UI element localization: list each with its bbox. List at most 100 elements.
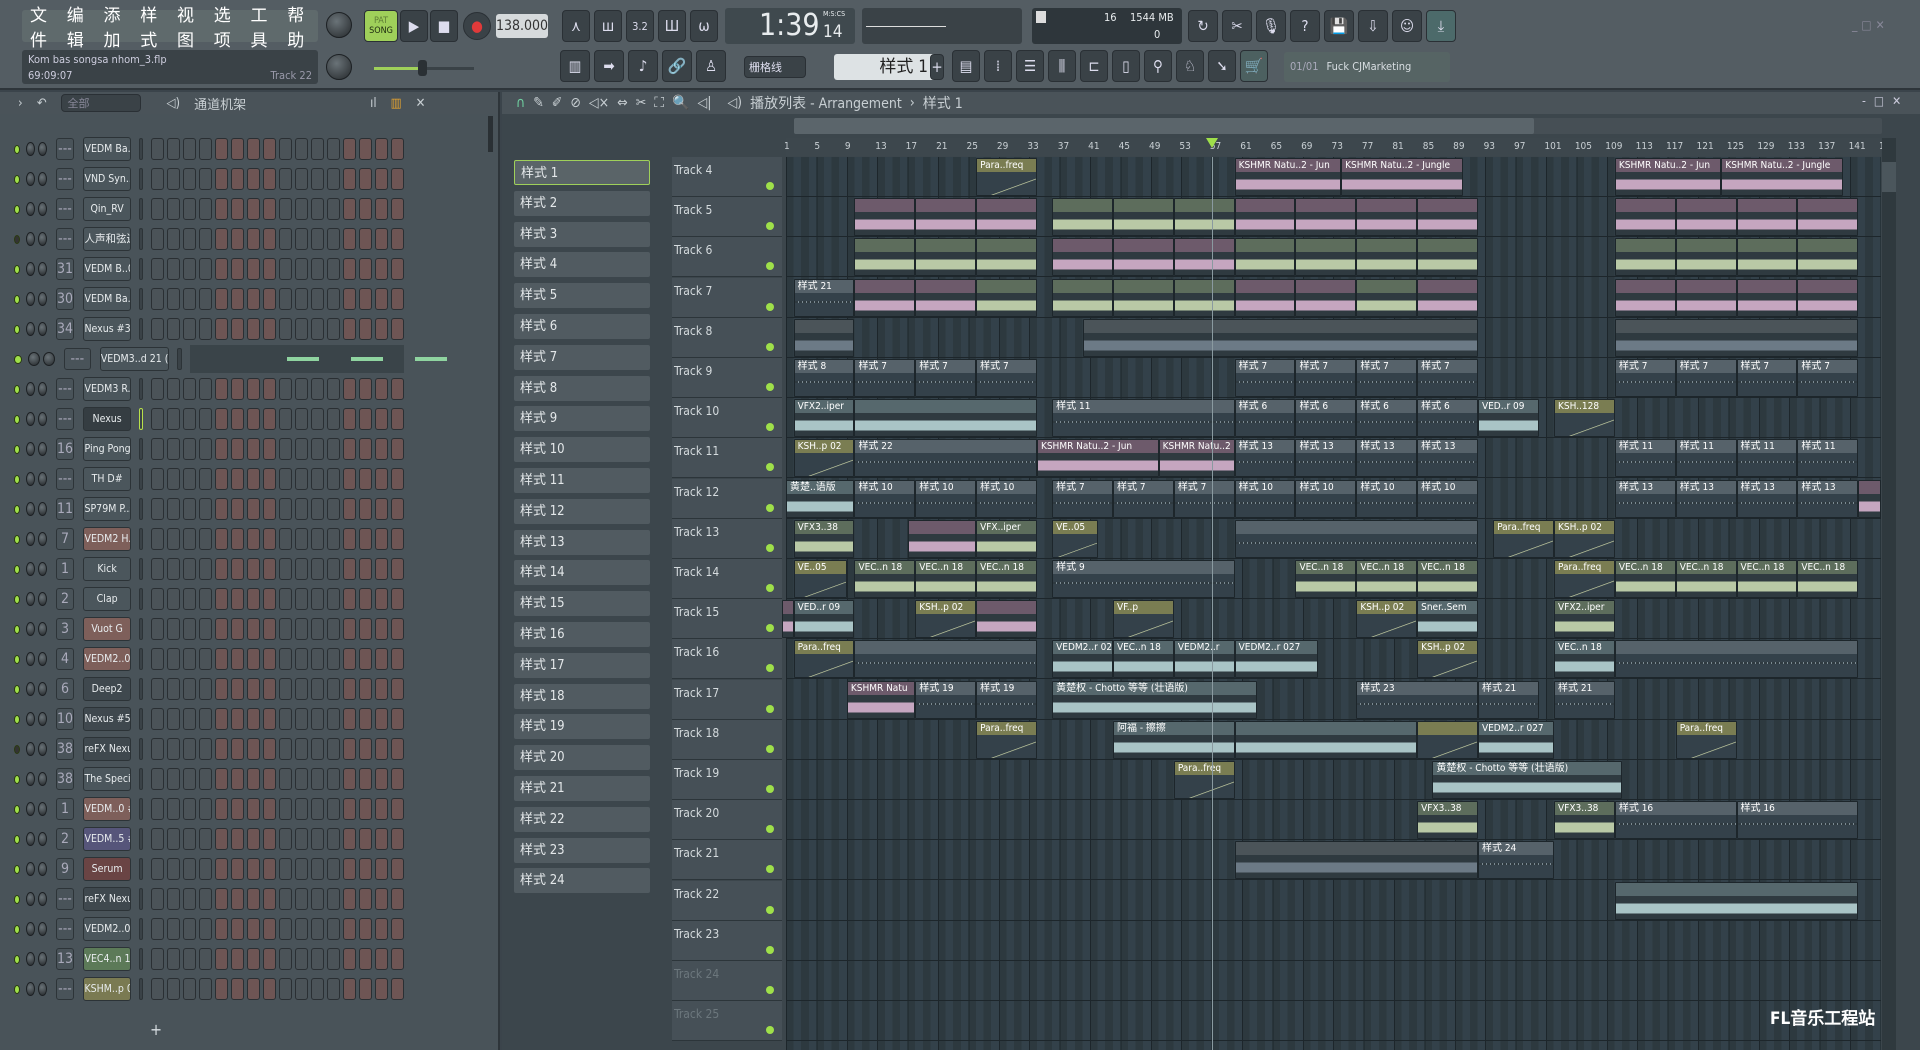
shop-icon[interactable]: 🛒 — [1240, 50, 1268, 82]
playlist-clip[interactable]: 阿福 - 擦擦 — [1112, 720, 1235, 759]
playlist-clip[interactable] — [1356, 238, 1418, 277]
channel-volume-knob[interactable] — [37, 982, 47, 996]
step-button[interactable] — [230, 828, 244, 850]
step-button[interactable] — [246, 288, 260, 310]
channel-volume-knob[interactable] — [37, 652, 47, 666]
channel-pan-knob[interactable] — [25, 712, 35, 726]
step-button[interactable] — [262, 528, 276, 550]
playlist-clip[interactable] — [854, 198, 916, 237]
track-header[interactable]: Track 22 — [672, 880, 782, 921]
step-button[interactable] — [310, 288, 324, 310]
step-button[interactable] — [230, 498, 244, 520]
channel-select[interactable] — [138, 918, 143, 940]
playlist-clip[interactable]: 样式 7 — [1736, 359, 1798, 397]
pattern-item[interactable]: 样式 11 — [514, 468, 650, 493]
step-button[interactable] — [230, 138, 244, 160]
channel-volume-knob[interactable] — [37, 742, 47, 756]
step-button[interactable] — [342, 198, 356, 220]
step-button[interactable] — [198, 438, 212, 460]
channel-name-button[interactable]: Kick — [83, 557, 131, 581]
step-button[interactable] — [166, 198, 180, 220]
track-mute-led[interactable] — [766, 704, 774, 713]
step-button[interactable] — [326, 978, 340, 1000]
track-mute-led[interactable] — [766, 945, 774, 954]
playlist-clip[interactable] — [854, 238, 916, 277]
step-button[interactable] — [390, 858, 404, 880]
step-button[interactable] — [374, 858, 388, 880]
step-button[interactable] — [326, 798, 340, 820]
channel-pan-knob[interactable] — [25, 292, 35, 306]
menu-item[interactable]: 文件 — [30, 1, 61, 51]
step-button[interactable] — [278, 438, 292, 460]
channel-mute-led[interactable] — [14, 294, 20, 304]
channel-select[interactable] — [138, 708, 143, 730]
step-button[interactable] — [246, 378, 260, 400]
step-button[interactable] — [310, 708, 324, 730]
step-button[interactable] — [150, 888, 164, 910]
pattern-item[interactable]: 样式 21 — [514, 776, 650, 801]
step-button[interactable] — [294, 588, 308, 610]
step-button[interactable] — [166, 648, 180, 670]
playlist-clip[interactable] — [782, 600, 794, 639]
channel-name-button[interactable]: Serum — [83, 857, 131, 881]
channel-volume-knob[interactable] — [37, 382, 47, 396]
step-button[interactable] — [230, 648, 244, 670]
menu-item[interactable]: 选项 — [214, 1, 245, 51]
step-button[interactable] — [246, 408, 260, 430]
minimize-icon[interactable]: - — [1862, 94, 1866, 108]
channel-select[interactable] — [138, 288, 143, 310]
pencil-icon[interactable]: ✎ — [533, 95, 544, 111]
step-button[interactable] — [166, 768, 180, 790]
track-mute-led[interactable] — [766, 302, 774, 311]
step-button[interactable] — [214, 588, 228, 610]
channel-pan-knob[interactable] — [25, 442, 35, 456]
playlist-clip[interactable] — [1614, 278, 1676, 317]
step-button[interactable] — [246, 798, 260, 820]
step-button[interactable] — [246, 468, 260, 490]
step-button[interactable] — [230, 858, 244, 880]
step-button[interactable] — [230, 438, 244, 460]
playlist-clip[interactable]: 样式 10 — [1417, 479, 1478, 518]
step-button[interactable] — [214, 918, 228, 940]
channel-volume-knob[interactable] — [37, 442, 47, 456]
channel-name-button[interactable]: VEDM..0 #2 ✢ — [83, 797, 131, 821]
step-button[interactable] — [214, 558, 228, 580]
channel-select[interactable] — [138, 768, 143, 790]
track-header[interactable]: Track 14 — [672, 559, 782, 599]
playlist-clip[interactable] — [1614, 881, 1859, 920]
step-button[interactable] — [310, 378, 324, 400]
project-icon[interactable]: ▯ — [1112, 50, 1140, 82]
channel-volume-knob[interactable] — [37, 202, 47, 216]
step-button[interactable] — [326, 288, 340, 310]
step-button[interactable] — [150, 198, 164, 220]
playback-icon[interactable]: ◁| — [698, 95, 712, 111]
step-button[interactable] — [198, 378, 212, 400]
step-button[interactable] — [326, 498, 340, 520]
track-mute-led[interactable] — [766, 865, 774, 874]
wait-input-icon[interactable]: ш — [594, 10, 622, 42]
step-button[interactable] — [294, 528, 308, 550]
playlist-clip[interactable] — [1417, 278, 1478, 317]
step-button[interactable] — [358, 858, 372, 880]
step-button[interactable] — [374, 198, 388, 220]
step-button[interactable] — [182, 798, 196, 820]
playlist-clip[interactable]: 样式 8 — [793, 359, 855, 397]
step-button[interactable] — [230, 768, 244, 790]
step-button[interactable] — [278, 498, 292, 520]
channel-volume-knob[interactable] — [37, 472, 47, 486]
playlist-clip[interactable] — [1234, 278, 1296, 317]
step-button[interactable] — [342, 228, 356, 250]
pattern-item[interactable]: 样式 6 — [514, 314, 650, 339]
step-button[interactable] — [342, 858, 356, 880]
channel-pan-knob[interactable] — [25, 562, 35, 576]
channel-name-button[interactable]: VEDM2..003 (B) — [83, 647, 131, 671]
step-button[interactable] — [198, 678, 212, 700]
channel-name-button[interactable]: The Species — [83, 767, 131, 791]
channel-name-button[interactable]: VEDM Ba..020 F — [83, 287, 131, 311]
track-mute-led[interactable] — [766, 423, 774, 432]
channel-mute-led[interactable] — [14, 774, 20, 784]
channel-rack-icon[interactable]: ☰ — [1016, 50, 1044, 82]
channel-mute-led[interactable] — [14, 984, 20, 994]
channel-pan-knob[interactable] — [25, 412, 35, 426]
channel-name-button[interactable]: VEC4..n 18 ✢ — [83, 947, 131, 971]
